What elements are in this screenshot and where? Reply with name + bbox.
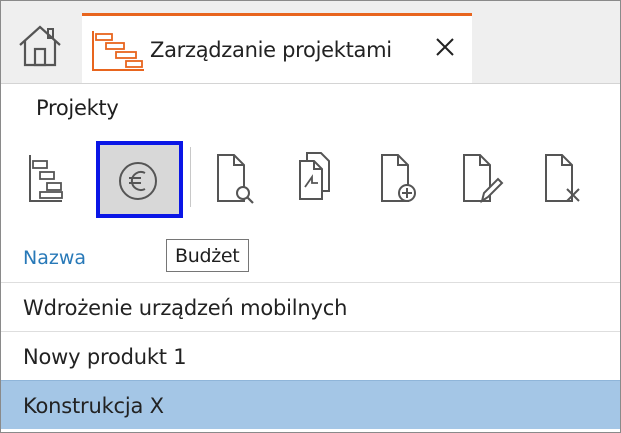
close-icon[interactable]	[434, 36, 456, 58]
copy-button[interactable]	[288, 141, 358, 211]
preview-button[interactable]	[206, 141, 276, 211]
new-button[interactable]	[370, 141, 440, 211]
toolbar-separator	[190, 147, 191, 207]
document-copy-icon	[299, 152, 330, 200]
gantt-chart-icon	[29, 155, 63, 202]
budget-button[interactable]	[96, 141, 183, 218]
toolbar	[0, 135, 621, 220]
document-delete-icon	[545, 154, 580, 202]
document-search-icon	[217, 154, 254, 204]
house-icon	[19, 25, 61, 67]
edit-button[interactable]	[452, 141, 522, 211]
section-title: Projekty	[36, 96, 119, 120]
project-list: Wdrożenie urządzeń mobilnych Nowy produk…	[1, 282, 620, 429]
budget-tooltip: Budżet	[166, 239, 249, 272]
list-item[interactable]: Wdrożenie urządzeń mobilnych	[1, 282, 620, 331]
list-item-selected[interactable]: Konstrukcja X	[1, 380, 620, 429]
tab-project-management[interactable]: Zarządzanie projektami	[82, 13, 472, 83]
document-add-icon	[381, 154, 416, 202]
document-edit-icon	[463, 154, 504, 204]
home-tab[interactable]	[1, 1, 79, 83]
column-header-name[interactable]: Nazwa	[23, 247, 86, 269]
tab-title: Zarządzanie projektami	[150, 38, 392, 62]
gantt-button[interactable]	[22, 141, 92, 211]
delete-button[interactable]	[534, 141, 604, 211]
tab-bar: Zarządzanie projektami	[1, 1, 620, 84]
euro-icon	[119, 162, 157, 200]
gantt-icon	[92, 31, 144, 71]
list-item[interactable]: Nowy produkt 1	[1, 331, 620, 380]
